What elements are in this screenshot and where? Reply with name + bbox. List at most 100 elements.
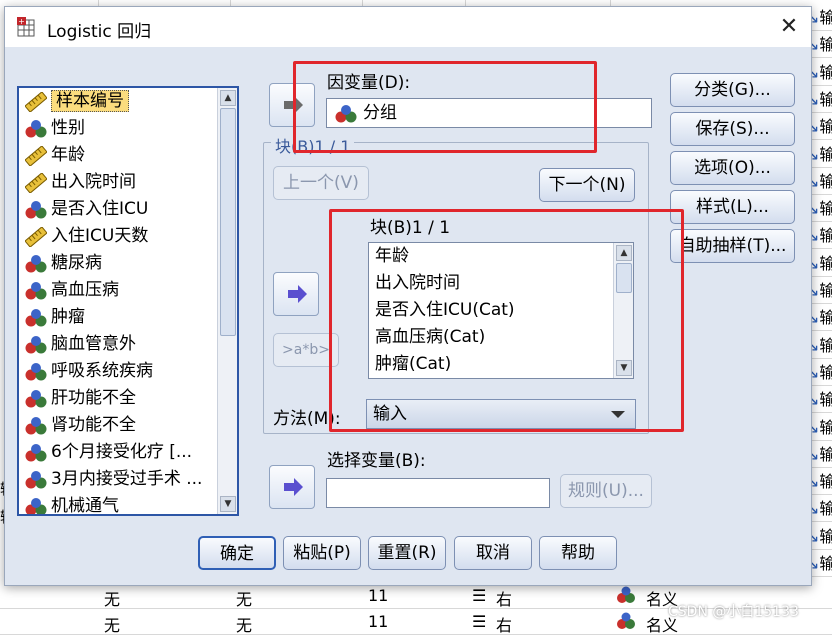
variable-label: 呼吸系统疾病 [51, 361, 153, 381]
annotation-box-dependent [293, 61, 597, 153]
align-icon: ☰ [472, 612, 487, 631]
reset-button[interactable]: 重置(R) [368, 536, 446, 570]
categorical-button[interactable]: 分类(G)... [670, 73, 795, 107]
role-cell: 输入 [819, 336, 832, 355]
variable-label: 入住ICU天数 [51, 226, 149, 246]
cell-values: 无 [104, 590, 121, 609]
role-cell: 输入 [819, 281, 832, 300]
nominal-icon [25, 471, 47, 489]
selection-variable-field[interactable] [326, 478, 550, 508]
scale-icon [25, 173, 47, 193]
watermark: CSDN @小白15133 [668, 604, 799, 620]
variable-label: 6个月接受化疗 [... [51, 442, 193, 462]
role-cell: 输入 [819, 145, 832, 164]
source-variable-list[interactable]: 样本编号性别年龄出入院时间是否入住ICU 入住ICU天数 糖尿病高血压病肿瘤脑血管意… [17, 86, 239, 516]
nominal-icon [25, 120, 47, 138]
list-item[interactable]: 出入院时间 [19, 169, 237, 196]
annotation-box-block [329, 209, 684, 432]
list-item[interactable]: 肝功能不全 [19, 385, 237, 412]
nominal-icon [25, 417, 47, 435]
variable-label: 肝功能不全 [51, 388, 136, 408]
list-item[interactable]: 3月内接受过手术 ... [19, 466, 237, 493]
close-button[interactable]: ✕ [773, 11, 805, 43]
list-item[interactable]: 脑血管意外 [19, 331, 237, 358]
variable-label: 脑血管意外 [51, 334, 136, 354]
role-cell: 输入 [819, 254, 832, 273]
role-cell: 输入 [819, 226, 832, 245]
cancel-button[interactable]: 取消 [454, 536, 532, 570]
save-button[interactable]: 保存(S)... [670, 112, 795, 146]
list-item[interactable]: 入住ICU天数 [19, 223, 237, 250]
list-item[interactable]: 肾功能不全 [19, 412, 237, 439]
nominal-icon [616, 586, 636, 608]
variable-label: 年龄 [51, 145, 85, 165]
role-cell: 输入 [819, 172, 832, 191]
scale-icon [25, 227, 47, 247]
role-cell: 输入 [819, 90, 832, 109]
list-item[interactable]: 高血压病 [19, 277, 237, 304]
role-cell: 输入 [819, 418, 832, 437]
list-item[interactable]: 年龄 [19, 142, 237, 169]
variable-label: 性别 [51, 118, 85, 138]
scroll-down-button[interactable]: ▼ [220, 496, 236, 512]
role-cell: 输入 [819, 554, 832, 573]
nominal-icon [25, 201, 47, 219]
rule-button[interactable]: 规则(U)... [560, 474, 652, 508]
arrow-right-icon [284, 478, 303, 496]
list-item[interactable]: 肿瘤 [19, 304, 237, 331]
scroll-thumb[interactable] [220, 108, 236, 336]
cell-missing: 无 [236, 616, 253, 635]
role-cell: 输入 [819, 499, 832, 518]
variable-label: 是否入住ICU [51, 199, 149, 219]
role-cell: 输入 [819, 390, 832, 409]
list-item[interactable]: 样本编号 [19, 88, 237, 115]
role-cell: 输入 [819, 35, 832, 54]
move-to-block-button[interactable] [273, 272, 319, 316]
previous-block-button[interactable]: 上一个(V) [273, 166, 369, 200]
role-cell: 输入 [819, 308, 832, 327]
help-button[interactable]: 帮助 [539, 536, 617, 570]
variable-label: 3月内接受过手术 ... [51, 469, 203, 489]
scroll-up-button[interactable]: ▲ [220, 90, 236, 106]
cell-columns: 11 [368, 586, 389, 605]
list-item[interactable]: 糖尿病 [19, 250, 237, 277]
list-item[interactable]: 是否入住ICU [19, 196, 237, 223]
arrow-right-icon [288, 285, 307, 303]
cell-columns: 11 [368, 612, 389, 631]
style-button[interactable]: 样式(L)... [670, 190, 795, 224]
cell-missing: 无 [236, 590, 253, 609]
dialog-title: Logistic 回归 [47, 22, 152, 42]
variable-label: 糖尿病 [51, 253, 102, 273]
role-cell: 输入 [819, 117, 832, 136]
list-item[interactable]: 机械通气 [19, 493, 237, 514]
nominal-icon [25, 336, 47, 354]
next-block-button[interactable]: 下一个(N) [539, 168, 635, 202]
list-item[interactable]: 呼吸系统疾病 [19, 358, 237, 385]
role-cell: 输入 [819, 445, 832, 464]
bootstrap-button[interactable]: 自助抽样(T)... [670, 229, 795, 263]
variable-label: 出入院时间 [51, 172, 136, 192]
scale-icon [25, 146, 47, 166]
options-button[interactable]: 选项(O)... [670, 151, 795, 185]
role-cell: 输入 [819, 363, 832, 382]
list-item[interactable]: 6个月接受化疗 [... [19, 439, 237, 466]
variable-label: 肾功能不全 [51, 415, 136, 435]
move-to-selection-button[interactable] [269, 465, 315, 509]
ok-button[interactable]: 确定 [198, 536, 276, 570]
variable-label: 样本编号 [51, 90, 129, 112]
nominal-icon [25, 282, 47, 300]
svg-text:+: + [18, 17, 25, 26]
role-cell: 输入 [819, 8, 832, 27]
paste-button[interactable]: 粘贴(P) [283, 536, 361, 570]
selection-variable-label: 选择变量(B): [327, 451, 426, 471]
nominal-icon [616, 612, 636, 634]
nominal-icon [25, 390, 47, 408]
spss-dialog-icon: + [17, 17, 35, 37]
variable-label: 肿瘤 [51, 307, 85, 327]
list-item[interactable]: 性别 [19, 115, 237, 142]
cell-align: 右 [496, 590, 513, 609]
role-cell: 输入 [819, 472, 832, 491]
align-icon: ☰ [472, 586, 487, 605]
variable-list-scrollbar[interactable]: ▲ ▼ [217, 88, 237, 514]
cell-values: 无 [104, 616, 121, 635]
